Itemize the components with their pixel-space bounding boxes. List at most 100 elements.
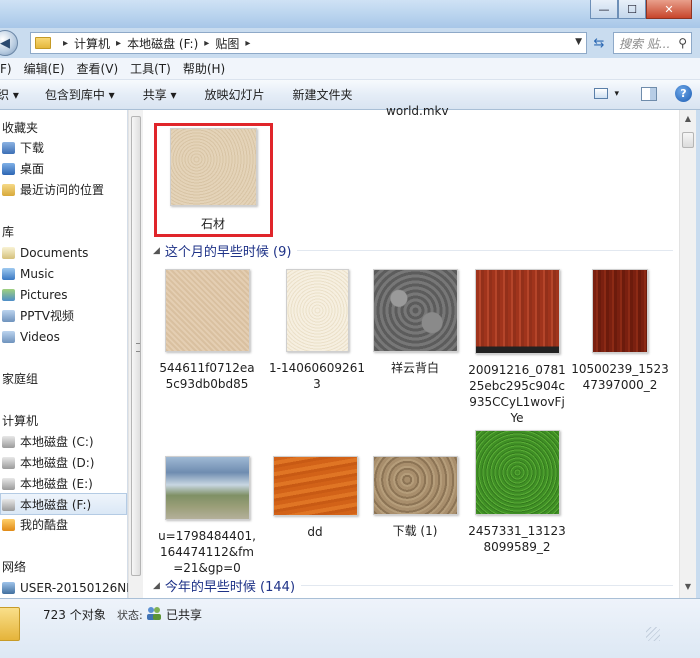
menu-view[interactable]: 查看(V) xyxy=(77,60,119,77)
cool-disk-icon xyxy=(2,518,15,531)
nav-label: 网络 xyxy=(2,560,27,574)
chevron-right-icon[interactable]: ▸ xyxy=(63,38,68,49)
file-item[interactable]: 20091216_078125ebc295c904c935CCyL1wovFjY… xyxy=(467,269,567,426)
file-item[interactable]: 2457331_131238099589_2 xyxy=(467,430,567,555)
chevron-right-icon[interactable]: ▸ xyxy=(245,38,250,49)
breadcrumb-computer[interactable]: 计算机 xyxy=(74,35,110,52)
file-list-scrollbar[interactable]: ▲ ▼ xyxy=(679,110,696,598)
file-item[interactable]: dd xyxy=(265,456,365,540)
file-item[interactable]: 下载 (1) xyxy=(365,456,465,539)
file-name: 2457331_131238099589_2 xyxy=(468,524,566,554)
file-name: 20091216_078125ebc295c904c935CCyL1wovFjY… xyxy=(468,363,566,425)
nav-drive-e[interactable]: 本地磁盘 (E:) xyxy=(2,474,93,493)
breadcrumb-tietu[interactable]: 贴图 xyxy=(215,35,239,52)
folder-icon xyxy=(0,607,20,641)
file-item-featured[interactable]: 石材 xyxy=(163,128,263,232)
nav-scroll-thumb[interactable] xyxy=(131,116,141,576)
nav-pptv[interactable]: PPTV视频 xyxy=(2,306,74,325)
nav-label: Documents xyxy=(20,245,89,260)
preview-pane-icon[interactable] xyxy=(641,86,657,101)
nav-music[interactable]: Music xyxy=(2,264,54,283)
group-header-month[interactable]: ◢ 这个月的早些时候 (9) xyxy=(153,241,673,260)
users-icon xyxy=(147,607,161,620)
change-view-icon[interactable] xyxy=(594,88,609,99)
nav-label: 本地磁盘 (F:) xyxy=(20,498,92,512)
scroll-up-icon[interactable]: ▲ xyxy=(682,114,694,126)
maximize-button[interactable]: ☐ xyxy=(618,0,646,19)
file-item[interactable]: 1-140606092613 xyxy=(267,269,367,392)
nav-drive-d[interactable]: 本地磁盘 (D:) xyxy=(2,453,94,472)
window-titlebar: — ☐ ✕ xyxy=(0,0,700,28)
nav-label: Videos xyxy=(20,329,60,344)
nav-network[interactable]: 网络 xyxy=(2,557,26,576)
address-row: ◀ ▸ 计算机 ▸ 本地磁盘 (F:) ▸ 贴图 ▸ ▼ ⇆ 搜索 贴... ⚲ xyxy=(0,28,700,58)
minimize-button[interactable]: — xyxy=(590,0,618,19)
nav-downloads[interactable]: 下载 xyxy=(2,138,44,157)
refresh-icon[interactable]: ⇆ xyxy=(590,33,608,53)
nav-cool-disk[interactable]: 我的酷盘 xyxy=(2,515,68,534)
chevron-right-icon[interactable]: ▸ xyxy=(116,38,121,49)
drive-icon xyxy=(2,456,15,469)
view-dropdown-icon[interactable]: ▾ xyxy=(614,89,619,99)
collapse-icon[interactable]: ◢ xyxy=(153,246,160,256)
nav-drive-f[interactable]: 本地磁盘 (F:) xyxy=(2,495,91,514)
nav-label: 计算机 xyxy=(2,414,39,428)
group-title: 今年的早些时候 (144) xyxy=(164,580,296,595)
slideshow-button[interactable]: 放映幻灯片 xyxy=(205,86,265,103)
nav-label: 最近访问的位置 xyxy=(20,183,105,197)
nav-drive-c[interactable]: 本地磁盘 (C:) xyxy=(2,432,94,451)
organize-button[interactable]: 织 ▾ xyxy=(0,86,19,103)
nav-homegroup[interactable]: 家庭组 xyxy=(2,369,38,388)
nav-recent[interactable]: 最近访问的位置 xyxy=(2,180,104,199)
group-header-year[interactable]: ◢ 今年的早些时候 (144) xyxy=(153,576,673,595)
nav-label: 本地磁盘 (E:) xyxy=(20,477,93,491)
file-item[interactable]: 祥云背白 xyxy=(365,269,465,376)
address-bar[interactable]: ▸ 计算机 ▸ 本地磁盘 (F:) ▸ 贴图 ▸ ▼ xyxy=(30,32,587,54)
resize-grip-icon[interactable] xyxy=(646,627,660,641)
search-input[interactable]: 搜索 贴... ⚲ xyxy=(613,32,692,54)
collapse-icon[interactable]: ◢ xyxy=(153,581,160,591)
search-icon[interactable]: ⚲ xyxy=(678,36,687,50)
thumbnail xyxy=(474,269,560,354)
file-item[interactable]: 10500239_152347397000_2 xyxy=(570,269,670,393)
file-item[interactable]: 544611f0712ea5c93db0bd85 xyxy=(157,269,257,392)
computer-icon xyxy=(2,581,15,594)
file-item[interactable]: u=1798484401,164474112&fm=21&gp=0 xyxy=(157,456,257,576)
menu-file[interactable]: F) xyxy=(0,62,12,76)
nav-pictures[interactable]: Pictures xyxy=(2,285,68,304)
share-button[interactable]: 共享 ▾ xyxy=(143,86,177,103)
nav-scrollbar[interactable] xyxy=(128,110,143,598)
download-folder-icon xyxy=(2,141,15,154)
nav-favorites[interactable]: 收藏夹 xyxy=(2,118,38,137)
include-in-library-button[interactable]: 包含到库中 ▾ xyxy=(45,86,115,103)
thumbnail xyxy=(372,269,458,352)
breadcrumb-drive-f[interactable]: 本地磁盘 (F:) xyxy=(127,35,198,52)
nav-computer[interactable]: 计算机 xyxy=(2,411,38,430)
menu-edit[interactable]: 编辑(E) xyxy=(24,60,65,77)
scroll-down-icon[interactable]: ▼ xyxy=(682,582,694,594)
file-name: 祥云背白 xyxy=(390,361,439,375)
close-button[interactable]: ✕ xyxy=(646,0,692,19)
pictures-icon xyxy=(2,288,15,301)
chevron-down-icon[interactable]: ▼ xyxy=(575,37,582,47)
nav-libraries[interactable]: 库 xyxy=(2,222,14,241)
menu-tools[interactable]: 工具(T) xyxy=(130,60,171,77)
chevron-right-icon[interactable]: ▸ xyxy=(204,38,209,49)
back-forward-icon[interactable]: ◀ xyxy=(0,30,18,56)
file-name: 544611f0712ea5c93db0bd85 xyxy=(159,361,255,391)
new-folder-button[interactable]: 新建文件夹 xyxy=(293,86,353,103)
nav-videos[interactable]: Videos xyxy=(2,327,60,346)
menu-help[interactable]: 帮助(H) xyxy=(183,60,225,77)
scroll-thumb[interactable] xyxy=(682,132,694,148)
nav-label: USER-20150126NP xyxy=(20,580,134,595)
nav-label: 桌面 xyxy=(20,162,45,176)
nav-documents[interactable]: Documents xyxy=(2,243,88,262)
thumbnail xyxy=(272,456,358,516)
file-name: 下载 (1) xyxy=(392,524,438,538)
desktop-icon xyxy=(2,162,15,175)
file-list: world.mkv 石材 ◢ 这个月的早些时候 (9) 544611f0712e… xyxy=(143,104,679,598)
help-icon[interactable]: ? xyxy=(675,85,692,102)
nav-user-pc[interactable]: USER-20150126NP xyxy=(2,578,133,597)
nav-desktop[interactable]: 桌面 xyxy=(2,159,44,178)
music-icon xyxy=(2,267,15,280)
